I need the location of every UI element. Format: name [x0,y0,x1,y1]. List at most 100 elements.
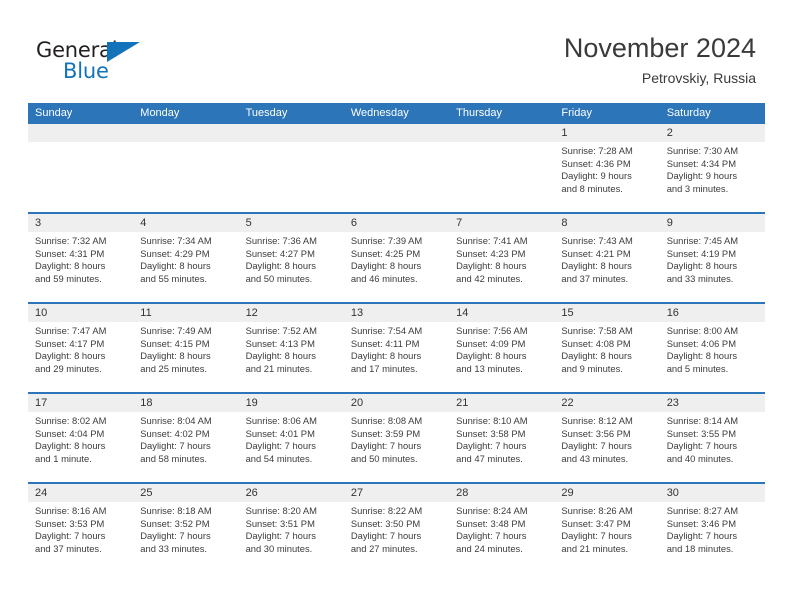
sunset-text: Sunset: 4:17 PM [35,337,105,349]
day-cell[interactable]: 14 Sunrise: 7:56 AM Sunset: 4:09 PM Dayl… [449,304,555,392]
day-number: 2 [659,124,765,142]
day-cell[interactable] [238,124,344,212]
daylight-text-2: and 27 minutes. [350,542,418,554]
general-blue-logo[interactable]: General Blue [36,38,186,86]
day-cell[interactable]: 22 Sunrise: 8:12 AM Sunset: 3:56 PM Dayl… [554,394,660,482]
day-number: 11 [133,304,239,322]
day-cell[interactable]: 17 Sunrise: 8:02 AM Sunset: 4:04 PM Dayl… [28,394,134,482]
day-cell[interactable]: 23 Sunrise: 8:14 AM Sunset: 3:55 PM Dayl… [659,394,765,482]
day-cell[interactable]: 6 Sunrise: 7:39 AM Sunset: 4:25 PM Dayli… [343,214,450,302]
daylight-text-1: Daylight: 7 hours [140,440,211,452]
daylight-text-1: Daylight: 8 hours [245,350,316,362]
day-cell[interactable]: 7 Sunrise: 7:41 AM Sunset: 4:23 PM Dayli… [449,214,555,302]
day-details [449,142,554,145]
day-cell[interactable]: 25 Sunrise: 8:18 AM Sunset: 3:52 PM Dayl… [133,484,239,572]
day-cell[interactable]: 1 Sunrise: 7:28 AM Sunset: 4:36 PM Dayli… [554,124,660,212]
day-number: 8 [554,214,660,232]
day-cell[interactable]: 16 Sunrise: 8:00 AM Sunset: 4:06 PM Dayl… [659,304,765,392]
sunrise-text: Sunrise: 7:32 AM [35,235,107,246]
day-number: 27 [343,484,450,502]
day-cell[interactable] [343,124,450,212]
weekday-header-monday: Monday [140,107,180,119]
sunrise-text: Sunrise: 8:10 AM [456,415,528,426]
logo-triangle-icon [107,42,140,62]
sunset-text: Sunset: 4:25 PM [350,247,421,259]
daylight-text-2: and 18 minutes. [666,542,734,554]
day-number [343,124,450,142]
day-cell[interactable] [28,124,134,212]
day-cell[interactable]: 20 Sunrise: 8:08 AM Sunset: 3:59 PM Dayl… [343,394,450,482]
day-number: 15 [554,304,660,322]
daylight-text-1: Daylight: 8 hours [456,350,527,362]
calendar-week-row: 1 Sunrise: 7:28 AM Sunset: 4:36 PM Dayli… [28,124,765,212]
daylight-text-2: and 21 minutes. [561,542,629,554]
day-details: Sunrise: 7:49 AM Sunset: 4:15 PM Dayligh… [133,322,238,375]
daylight-text-1: Daylight: 7 hours [245,440,316,452]
sunrise-text: Sunrise: 7:43 AM [561,235,633,246]
daylight-text-1: Daylight: 9 hours [561,170,632,182]
day-cell[interactable]: 29 Sunrise: 8:26 AM Sunset: 3:47 PM Dayl… [554,484,660,572]
sunrise-text: Sunrise: 8:22 AM [350,505,423,516]
daylight-text-2: and 17 minutes. [350,362,418,374]
daylight-text-1: Daylight: 7 hours [35,530,106,542]
day-cell[interactable]: 11 Sunrise: 7:49 AM Sunset: 4:15 PM Dayl… [133,304,239,392]
day-cell[interactable]: 28 Sunrise: 8:24 AM Sunset: 3:48 PM Dayl… [449,484,555,572]
day-cell[interactable]: 27 Sunrise: 8:22 AM Sunset: 3:50 PM Dayl… [343,484,450,572]
day-cell[interactable]: 24 Sunrise: 8:16 AM Sunset: 3:53 PM Dayl… [28,484,134,572]
day-cell[interactable]: 30 Sunrise: 8:27 AM Sunset: 3:46 PM Dayl… [659,484,765,572]
day-cell[interactable] [449,124,555,212]
day-cell[interactable]: 12 Sunrise: 7:52 AM Sunset: 4:13 PM Dayl… [238,304,344,392]
sunset-text: Sunset: 4:11 PM [350,337,420,349]
calendar-week-row: 10 Sunrise: 7:47 AM Sunset: 4:17 PM Dayl… [28,302,765,392]
day-details: Sunrise: 7:56 AM Sunset: 4:09 PM Dayligh… [449,322,554,375]
day-cell[interactable]: 26 Sunrise: 8:20 AM Sunset: 3:51 PM Dayl… [238,484,344,572]
sunrise-text: Sunrise: 8:16 AM [35,505,107,516]
daylight-text-2: and 29 minutes. [35,362,102,374]
day-cell[interactable]: 8 Sunrise: 7:43 AM Sunset: 4:21 PM Dayli… [554,214,660,302]
day-number: 10 [28,304,134,322]
day-number: 16 [659,304,765,322]
day-number [449,124,555,142]
sunset-text: Sunset: 4:29 PM [140,247,210,259]
day-details: Sunrise: 7:32 AM Sunset: 4:31 PM Dayligh… [28,232,133,285]
day-number: 7 [449,214,555,232]
daylight-text-2: and 33 minutes. [666,272,734,284]
day-cell[interactable]: 5 Sunrise: 7:36 AM Sunset: 4:27 PM Dayli… [238,214,344,302]
day-cell[interactable]: 18 Sunrise: 8:04 AM Sunset: 4:02 PM Dayl… [133,394,239,482]
sunset-text: Sunset: 3:51 PM [245,517,315,529]
sunset-text: Sunset: 4:23 PM [456,247,526,259]
day-cell[interactable]: 10 Sunrise: 7:47 AM Sunset: 4:17 PM Dayl… [28,304,134,392]
sunset-text: Sunset: 3:59 PM [350,427,421,439]
sunrise-text: Sunrise: 7:56 AM [456,325,528,336]
daylight-text-1: Daylight: 8 hours [35,440,106,452]
day-cell[interactable]: 15 Sunrise: 7:58 AM Sunset: 4:08 PM Dayl… [554,304,660,392]
sunrise-text: Sunrise: 7:34 AM [140,235,212,246]
sunset-text: Sunset: 3:55 PM [666,427,736,439]
daylight-text-1: Daylight: 8 hours [456,260,527,272]
day-details: Sunrise: 7:30 AM Sunset: 4:34 PM Dayligh… [660,142,765,195]
daylight-text-1: Daylight: 7 hours [140,530,211,542]
daylight-text-2: and 5 minutes. [666,362,729,374]
day-cell[interactable]: 3 Sunrise: 7:32 AM Sunset: 4:31 PM Dayli… [28,214,134,302]
day-cell[interactable]: 9 Sunrise: 7:45 AM Sunset: 4:19 PM Dayli… [659,214,765,302]
sunrise-text: Sunrise: 7:30 AM [666,145,739,156]
day-number: 3 [28,214,134,232]
daylight-text-2: and 43 minutes. [561,452,629,464]
day-cell[interactable]: 13 Sunrise: 7:54 AM Sunset: 4:11 PM Dayl… [343,304,450,392]
weekday-header-friday: Friday [561,107,592,119]
day-details: Sunrise: 7:58 AM Sunset: 4:08 PM Dayligh… [554,322,659,375]
day-cell[interactable] [133,124,239,212]
day-cell[interactable]: 4 Sunrise: 7:34 AM Sunset: 4:29 PM Dayli… [133,214,239,302]
day-details: Sunrise: 8:27 AM Sunset: 3:46 PM Dayligh… [660,502,765,555]
calendar-week-row: 24 Sunrise: 8:16 AM Sunset: 3:53 PM Dayl… [28,482,765,572]
day-cell[interactable]: 19 Sunrise: 8:06 AM Sunset: 4:01 PM Dayl… [238,394,344,482]
daylight-text-2: and 9 minutes. [561,362,623,374]
sunrise-text: Sunrise: 7:45 AM [666,235,739,246]
day-cell[interactable]: 21 Sunrise: 8:10 AM Sunset: 3:58 PM Dayl… [449,394,555,482]
sunrise-text: Sunrise: 8:14 AM [666,415,739,426]
day-cell[interactable]: 2 Sunrise: 7:30 AM Sunset: 4:34 PM Dayli… [659,124,765,212]
sunrise-text: Sunrise: 7:58 AM [561,325,633,336]
sunrise-text: Sunrise: 8:18 AM [140,505,212,516]
day-details: Sunrise: 8:06 AM Sunset: 4:01 PM Dayligh… [239,412,344,465]
title-block: November 2024 Petrovskiy, Russia [564,32,756,88]
